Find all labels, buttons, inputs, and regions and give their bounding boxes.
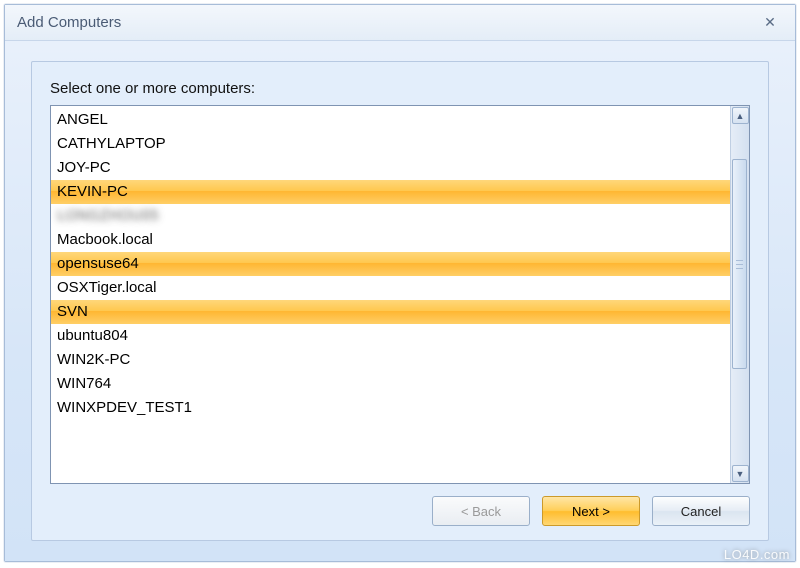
- list-item[interactable]: opensuse64: [51, 252, 730, 276]
- window-title: Add Computers: [17, 14, 757, 31]
- list-item[interactable]: WIN2K-PC: [51, 348, 730, 372]
- prompt-label: Select one or more computers:: [50, 80, 750, 97]
- list-item[interactable]: OSXTiger.local: [51, 276, 730, 300]
- list-item[interactable]: WINXPDEV_TEST1: [51, 396, 730, 420]
- scroll-down-button[interactable]: ▼: [732, 465, 749, 482]
- titlebar[interactable]: Add Computers ✕: [5, 5, 795, 41]
- back-button: < Back: [432, 496, 530, 526]
- list-item[interactable]: ubuntu804: [51, 324, 730, 348]
- chevron-up-icon: ▲: [736, 111, 745, 121]
- list-item[interactable]: JOY-PC: [51, 156, 730, 180]
- cancel-button-label: Cancel: [681, 504, 721, 519]
- computer-list[interactable]: ANGELCATHYLAPTOPJOY-PCKEVIN-PCLONGZHOU05…: [51, 106, 730, 483]
- client-area: Select one or more computers: ANGELCATHY…: [5, 41, 795, 561]
- list-item[interactable]: Macbook.local: [51, 228, 730, 252]
- vertical-scrollbar[interactable]: ▲ ▼: [730, 106, 749, 483]
- close-button[interactable]: ✕: [757, 12, 783, 34]
- list-item[interactable]: CATHYLAPTOP: [51, 132, 730, 156]
- chevron-down-icon: ▼: [736, 469, 745, 479]
- wizard-buttons: < Back Next > Cancel: [50, 484, 750, 526]
- close-icon: ✕: [764, 14, 776, 31]
- list-item[interactable]: KEVIN-PC: [51, 180, 730, 204]
- scroll-thumb[interactable]: [732, 159, 747, 369]
- list-item[interactable]: WIN764: [51, 372, 730, 396]
- next-button[interactable]: Next >: [542, 496, 640, 526]
- back-button-label: < Back: [461, 504, 501, 519]
- scroll-track[interactable]: [731, 125, 749, 464]
- list-item[interactable]: LONGZHOU05: [51, 204, 730, 228]
- computer-listbox[interactable]: ANGELCATHYLAPTOPJOY-PCKEVIN-PCLONGZHOU05…: [50, 105, 750, 484]
- list-item[interactable]: SVN: [51, 300, 730, 324]
- next-button-label: Next >: [572, 504, 610, 519]
- cancel-button[interactable]: Cancel: [652, 496, 750, 526]
- list-item[interactable]: ANGEL: [51, 108, 730, 132]
- dialog-window: Add Computers ✕ Select one or more compu…: [4, 4, 796, 562]
- scroll-up-button[interactable]: ▲: [732, 107, 749, 124]
- inner-panel: Select one or more computers: ANGELCATHY…: [31, 61, 769, 541]
